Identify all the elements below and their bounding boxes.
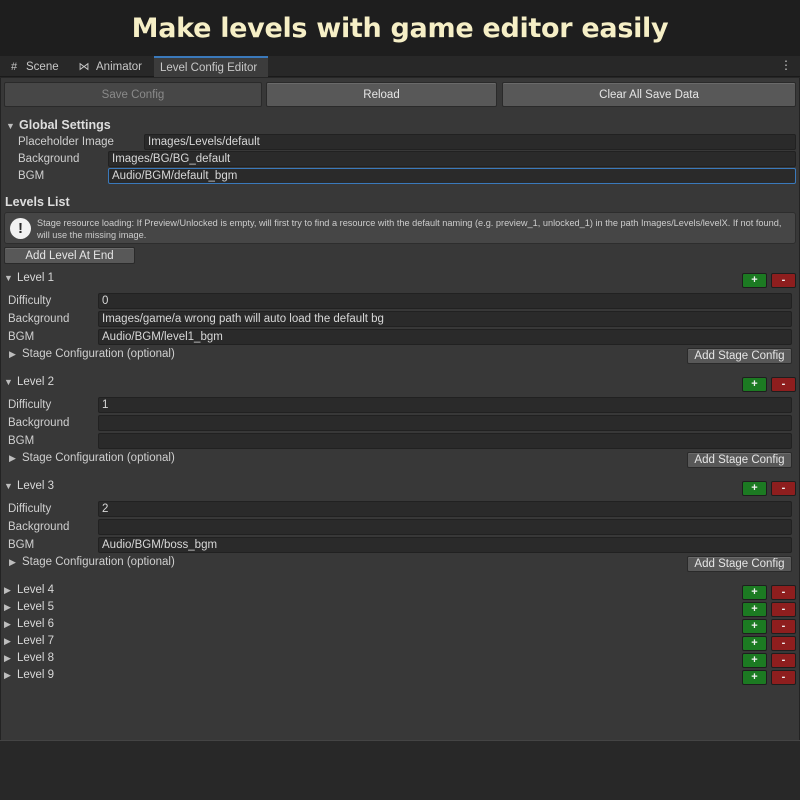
level-4-foldout[interactable]: ▶ Level 4 <box>4 584 54 596</box>
footer-area <box>0 740 800 800</box>
bgm-label: BGM <box>8 539 35 551</box>
difficulty-label: Difficulty <box>8 295 52 307</box>
caret-right-icon: ▶ <box>4 636 11 646</box>
clear-all-save-data-button[interactable]: Clear All Save Data <box>502 82 796 107</box>
tab-level-config-editor[interactable]: Level Config Editor <box>154 56 268 77</box>
remove-level-button[interactable]: - <box>771 653 796 668</box>
difficulty-label: Difficulty <box>8 399 52 411</box>
placeholder-image-field[interactable]: Images/Levels/default <box>144 134 796 150</box>
background-field[interactable]: Images/game/a wrong path will auto load … <box>98 311 792 327</box>
caret-right-icon: ▶ <box>9 557 16 567</box>
add-level-at-end-button[interactable]: Add Level At End <box>4 247 135 264</box>
placeholder-image-label: Placeholder Image <box>18 136 114 148</box>
level-7-foldout[interactable]: ▶ Level 7 <box>4 635 54 647</box>
add-level-button[interactable]: + <box>742 377 767 392</box>
animator-icon: ⋈ <box>78 61 90 73</box>
background-field[interactable]: Images/BG/BG_default <box>108 151 796 167</box>
caret-right-icon: ▶ <box>4 653 11 663</box>
add-level-button[interactable]: + <box>742 653 767 668</box>
save-config-button[interactable]: Save Config <box>4 82 262 107</box>
difficulty-field[interactable]: 2 <box>98 501 792 517</box>
level-2-foldout[interactable]: ▼ Level 2 <box>4 376 54 388</box>
remove-level-button[interactable]: - <box>771 670 796 685</box>
caret-right-icon: ▶ <box>4 585 11 595</box>
add-level-button[interactable]: + <box>742 619 767 634</box>
stage-configuration-foldout[interactable]: ▶ Stage Configuration (optional) <box>9 452 175 464</box>
level-8-foldout[interactable]: ▶ Level 8 <box>4 652 54 664</box>
banner-title: Make levels with game editor easily <box>131 12 669 44</box>
info-icon: ! <box>10 218 31 239</box>
remove-level-button[interactable]: - <box>771 636 796 651</box>
add-level-button[interactable]: + <box>742 670 767 685</box>
tab-scene[interactable]: # Scene <box>0 56 70 77</box>
difficulty-field[interactable]: 0 <box>98 293 792 309</box>
caret-right-icon: ▶ <box>4 602 11 612</box>
difficulty-field[interactable]: 1 <box>98 397 792 413</box>
bgm-label: BGM <box>8 435 35 447</box>
bgm-field[interactable] <box>98 433 792 449</box>
hash-icon: # <box>10 60 18 73</box>
reload-button[interactable]: Reload <box>266 82 497 107</box>
stage-configuration-foldout[interactable]: ▶ Stage Configuration (optional) <box>9 556 175 568</box>
help-text: Stage resource loading: If Preview/Unloc… <box>37 218 782 240</box>
add-level-button[interactable]: + <box>742 602 767 617</box>
caret-right-icon: ▶ <box>4 619 11 629</box>
levels-list-title: Levels List <box>5 195 70 209</box>
caret-down-icon: ▼ <box>4 273 13 283</box>
level-3-foldout[interactable]: ▼ Level 3 <box>4 480 54 492</box>
level-9-foldout[interactable]: ▶ Level 9 <box>4 669 54 681</box>
remove-level-button[interactable]: - <box>771 273 796 288</box>
add-stage-config-button[interactable]: Add Stage Config <box>687 348 792 364</box>
global-settings-foldout[interactable]: ▼ Global Settings <box>6 118 111 132</box>
remove-level-button[interactable]: - <box>771 481 796 496</box>
bgm-field[interactable]: Audio/BGM/boss_bgm <box>98 537 792 553</box>
bgm-field[interactable]: Audio/BGM/default_bgm <box>108 168 796 184</box>
add-level-button[interactable]: + <box>742 585 767 600</box>
caret-down-icon: ▼ <box>6 121 15 131</box>
level-6-foldout[interactable]: ▶ Level 6 <box>4 618 54 630</box>
tab-animator[interactable]: ⋈ Animator <box>70 56 154 77</box>
remove-level-button[interactable]: - <box>771 585 796 600</box>
level-1-foldout[interactable]: ▼ Level 1 <box>4 272 54 284</box>
background-field[interactable] <box>98 415 792 431</box>
help-box: ! Stage resource loading: If Preview/Unl… <box>4 212 796 244</box>
caret-down-icon: ▼ <box>4 377 13 387</box>
bgm-label: BGM <box>8 331 35 343</box>
add-level-button[interactable]: + <box>742 273 767 288</box>
add-stage-config-button[interactable]: Add Stage Config <box>687 452 792 468</box>
add-level-button[interactable]: + <box>742 636 767 651</box>
caret-right-icon: ▶ <box>9 453 16 463</box>
tab-bar: # Scene ⋈ Animator Level Config Editor <box>0 56 800 77</box>
caret-down-icon: ▼ <box>4 481 13 491</box>
level-5-foldout[interactable]: ▶ Level 5 <box>4 601 54 613</box>
remove-level-button[interactable]: - <box>771 619 796 634</box>
remove-level-button[interactable]: - <box>771 602 796 617</box>
caret-right-icon: ▶ <box>4 670 11 680</box>
difficulty-label: Difficulty <box>8 503 52 515</box>
stage-configuration-foldout[interactable]: ▶ Stage Configuration (optional) <box>9 348 175 360</box>
promo-banner: Make levels with game editor easily <box>0 0 800 56</box>
background-label: Background <box>8 521 70 533</box>
background-field[interactable] <box>98 519 792 535</box>
caret-right-icon: ▶ <box>9 349 16 359</box>
bgm-label: BGM <box>18 170 45 182</box>
add-level-button[interactable]: + <box>742 481 767 496</box>
background-label: Background <box>8 417 70 429</box>
background-label: Background <box>8 313 70 325</box>
bgm-field[interactable]: Audio/BGM/level1_bgm <box>98 329 792 345</box>
remove-level-button[interactable]: - <box>771 377 796 392</box>
background-label: Background <box>18 153 80 165</box>
add-stage-config-button[interactable]: Add Stage Config <box>687 556 792 572</box>
more-options-icon[interactable]: ⋮ <box>780 58 792 72</box>
